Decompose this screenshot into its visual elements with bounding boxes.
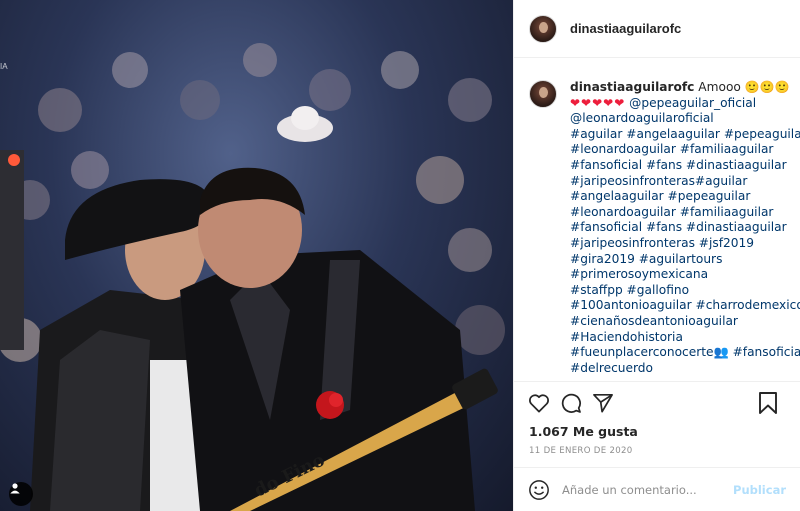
- caption-hashtags[interactable]: #jaripeosinfronteras #jsf2019: [570, 236, 800, 252]
- caption-text: dinastiaaguilarofc Amooo 🙂🙂🙂 ❤❤❤❤❤ @pepe…: [570, 80, 800, 381]
- post-header: dinastiaaguilarofc: [514, 0, 800, 58]
- save-button[interactable]: [758, 389, 790, 417]
- share-icon: [593, 393, 613, 413]
- comment-icon: [561, 393, 581, 413]
- share-button[interactable]: [592, 389, 624, 417]
- caption-mention[interactable]: @pepeaguilar_oficial: [629, 96, 756, 110]
- user-tag-icon[interactable]: [9, 482, 33, 506]
- avatar[interactable]: [529, 14, 557, 43]
- caption-hashtags[interactable]: #fueunplacerconocerte👥 #fansoficial: [570, 345, 800, 361]
- caption-hearts: ❤❤❤❤❤: [570, 95, 626, 110]
- caption-hashtags[interactable]: #primerosoymexicana: [570, 267, 800, 283]
- bookmark-icon: [759, 392, 777, 414]
- caption-hashtags[interactable]: #leonardoaguilar #familiaaguilar: [570, 142, 800, 158]
- caption-hashtags[interactable]: #staffpp #gallofino: [570, 283, 800, 299]
- caption-hashtags[interactable]: #aguilar #angelaaguilar #pepeaguilar: [570, 127, 800, 143]
- heart-icon: [529, 394, 549, 413]
- caption-hashtags[interactable]: #fansoficial #fans #dinastiaaguilar: [570, 158, 800, 174]
- caption-hashtags[interactable]: #100antonioaguilar #charrodemexico: [570, 298, 800, 314]
- caption-hashtags[interactable]: #delrecuerdo: [570, 361, 800, 377]
- caption-intro: Amooo: [698, 80, 741, 94]
- action-bar: [514, 382, 800, 424]
- caption-hashtags[interactable]: #gira2019 #aguilartours: [570, 252, 800, 268]
- concert-photo-illustration: do Fino: [0, 43, 505, 511]
- caption-hashtags[interactable]: #angelaaguilar #pepeaguilar: [570, 189, 800, 205]
- post-photo[interactable]: do Fino IA: [0, 0, 513, 511]
- caption-avatar[interactable]: [529, 80, 557, 108]
- caption-hashtags[interactable]: #jaripeosinfronteras#aguilar: [570, 174, 800, 190]
- photo-watermark: IA: [0, 62, 8, 71]
- caption-hashtags[interactable]: #leonardoaguilar #familiaaguilar: [570, 205, 800, 221]
- publish-button[interactable]: Publicar: [733, 483, 786, 497]
- comment-input[interactable]: [562, 482, 734, 497]
- post-date: 11 DE ENERO DE 2020: [529, 446, 633, 456]
- post-side-panel: dinastiaaguilarofc dinastiaaguilarofc Am…: [513, 0, 800, 511]
- comment-bar: Publicar: [514, 467, 800, 511]
- caption-section: dinastiaaguilarofc Amooo 🙂🙂🙂 ❤❤❤❤❤ @pepe…: [514, 58, 800, 382]
- caption-mention[interactable]: @leonardoaguilaroficial: [570, 111, 800, 127]
- like-count[interactable]: 1.067 Me gusta: [514, 424, 800, 442]
- caption-emoji: 🙂🙂🙂: [744, 80, 790, 94]
- smiley-icon[interactable]: [528, 479, 550, 501]
- comment-button[interactable]: [560, 389, 592, 417]
- caption-username[interactable]: dinastiaaguilarofc: [570, 80, 694, 94]
- caption-hashtags[interactable]: #Haciendohistoria: [570, 330, 800, 346]
- caption-hashtags[interactable]: #fansoficial #fans #dinastiaaguilar: [570, 220, 800, 236]
- like-button[interactable]: [528, 389, 560, 417]
- caption-hashtags[interactable]: #cienañosdeantonioaguilar: [570, 314, 800, 330]
- post-username[interactable]: dinastiaaguilarofc: [570, 21, 681, 36]
